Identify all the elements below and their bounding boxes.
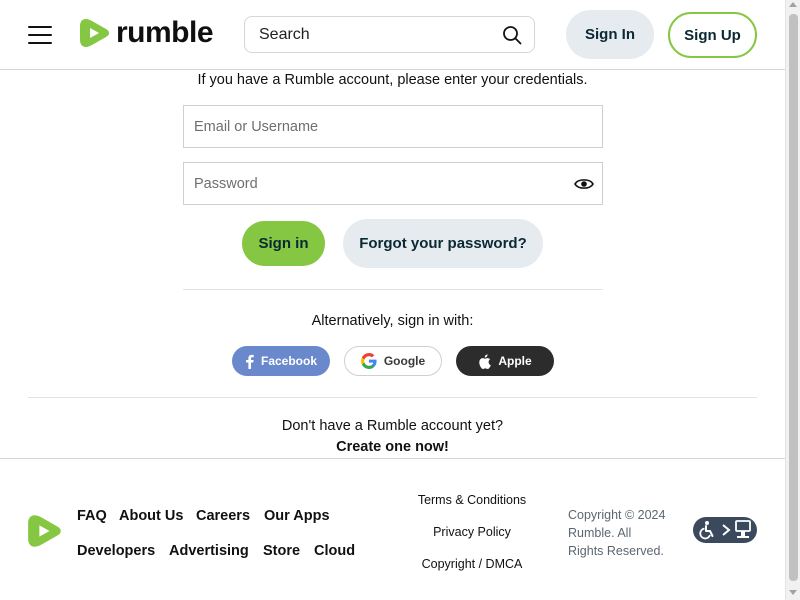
footer-link-dmca[interactable]: Copyright / DMCA <box>402 557 542 571</box>
scroll-down-arrow-icon[interactable] <box>789 590 797 595</box>
footer-link-privacy[interactable]: Privacy Policy <box>402 525 542 539</box>
accessibility-icon <box>699 521 714 540</box>
footer-link-cloud[interactable]: Cloud <box>314 543 355 559</box>
page-scrollbar[interactable] <box>785 0 800 600</box>
footer-link-about-us[interactable]: About Us <box>119 508 183 524</box>
username-input[interactable] <box>194 117 564 137</box>
apple-icon <box>479 353 492 369</box>
footer-rumble-logo-icon[interactable] <box>28 513 62 549</box>
search-box <box>244 16 535 53</box>
header-sign-in-button[interactable]: Sign In <box>566 10 654 59</box>
accessibility-badge[interactable] <box>693 517 757 543</box>
footer-link-our-apps[interactable]: Our Apps <box>264 508 330 524</box>
create-account-link-row: Create one now! <box>0 439 785 455</box>
login-intro-text: If you have a Rumble account, please ent… <box>197 72 588 88</box>
forgot-password-button[interactable]: Forgot your password? <box>343 219 543 268</box>
facebook-icon <box>246 354 254 369</box>
site-header: rumble Sign In Sign Up <box>0 0 785 70</box>
chevron-right-icon <box>722 524 731 536</box>
apple-label: Apple <box>498 354 532 368</box>
footer-link-careers[interactable]: Careers <box>196 508 250 524</box>
search-icon[interactable] <box>502 25 522 45</box>
footer-link-developers[interactable]: Developers <box>77 543 155 559</box>
section-divider <box>28 397 757 398</box>
google-signin-button[interactable]: Google <box>344 346 442 376</box>
scroll-thumb[interactable] <box>789 14 798 581</box>
apple-signin-button[interactable]: Apple <box>456 346 554 376</box>
footer-link-faq[interactable]: FAQ <box>77 508 107 524</box>
google-icon <box>360 353 377 369</box>
footer-link-terms[interactable]: Terms & Conditions <box>402 493 542 507</box>
scroll-up-arrow-icon[interactable] <box>789 2 797 7</box>
password-input[interactable] <box>194 174 564 194</box>
footer-divider <box>0 458 785 459</box>
sign-in-button[interactable]: Sign in <box>242 221 325 266</box>
logo-wordmark: rumble <box>116 16 214 49</box>
google-label: Google <box>383 354 426 368</box>
no-account-text: Don't have a Rumble account yet? <box>281 418 504 434</box>
kiosk-icon <box>734 520 751 538</box>
hamburger-menu-icon[interactable] <box>28 25 52 45</box>
create-account-link[interactable]: Create one now! <box>336 439 449 455</box>
password-field-wrapper <box>183 162 603 205</box>
username-field-wrapper <box>183 105 603 148</box>
form-divider <box>183 289 603 290</box>
facebook-signin-button[interactable]: Facebook <box>232 346 330 376</box>
footer-link-store[interactable]: Store <box>263 543 300 559</box>
rumble-logo-icon <box>80 19 109 47</box>
search-input[interactable] <box>259 25 499 45</box>
footer-link-advertising[interactable]: Advertising <box>169 543 249 559</box>
alternative-signin-text: Alternatively, sign in with: <box>311 313 474 329</box>
show-password-eye-icon[interactable] <box>574 176 594 192</box>
rumble-logo[interactable]: rumble <box>80 15 214 51</box>
facebook-label: Facebook <box>260 354 317 368</box>
header-sign-up-button[interactable]: Sign Up <box>668 12 757 58</box>
copyright-text: Copyright © 2024 Rumble. All Rights Rese… <box>568 508 666 558</box>
